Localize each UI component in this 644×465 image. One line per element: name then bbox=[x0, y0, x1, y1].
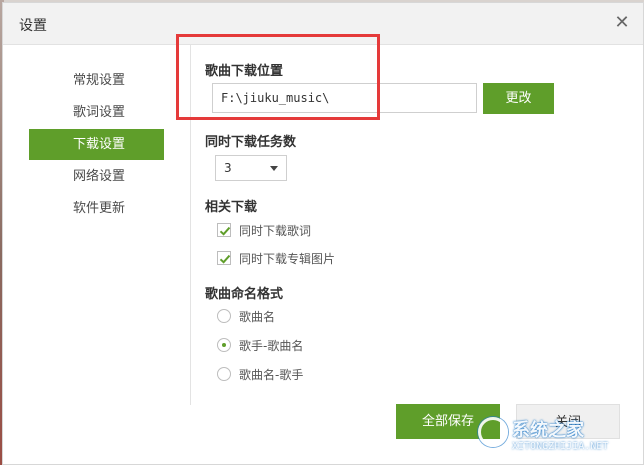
sidebar-item-label: 歌词设置 bbox=[73, 105, 126, 120]
sidebar-item-label: 下载设置 bbox=[73, 137, 126, 152]
radio-selected-icon bbox=[217, 338, 231, 352]
naming-option-song[interactable]: 歌曲名 bbox=[217, 307, 275, 325]
naming-option-song-artist[interactable]: 歌曲名-歌手 bbox=[217, 365, 303, 383]
naming-format-title: 歌曲命名格式 bbox=[205, 287, 284, 302]
concurrent-tasks-title: 同时下载任务数 bbox=[205, 135, 297, 150]
naming-option-label: 歌手-歌曲名 bbox=[239, 338, 304, 353]
checkmark-icon bbox=[219, 254, 231, 264]
naming-option-artist-song[interactable]: 歌手-歌曲名 bbox=[217, 336, 303, 354]
watermark-text: 系统之家 bbox=[512, 420, 584, 441]
sidebar-item-general[interactable]: 常规设置 bbox=[29, 65, 164, 96]
concurrent-tasks-value: 3 bbox=[224, 161, 232, 175]
sidebar-item-update[interactable]: 软件更新 bbox=[29, 193, 164, 224]
change-path-button[interactable]: 更改 bbox=[483, 83, 554, 114]
sidebar-item-label: 常规设置 bbox=[73, 73, 126, 88]
concurrent-tasks-select[interactable]: 3 bbox=[215, 155, 287, 181]
watermark: 系统之家 XITONGZHIJIA.NET bbox=[478, 410, 644, 465]
download-album-art-checkbox[interactable]: 同时下载专辑图片 bbox=[217, 249, 335, 267]
download-lyrics-label: 同时下载歌词 bbox=[239, 223, 312, 238]
watermark-subtext: XITONGZHIJIA.NET bbox=[512, 441, 609, 452]
naming-option-label: 歌曲名-歌手 bbox=[239, 367, 304, 382]
window-title: 设置 bbox=[19, 18, 47, 34]
radio-icon bbox=[217, 367, 231, 381]
naming-option-label: 歌曲名 bbox=[239, 309, 276, 324]
chevron-down-icon bbox=[270, 166, 278, 171]
highlight-box bbox=[176, 34, 380, 120]
checkbox-icon bbox=[217, 223, 231, 237]
sidebar: 常规设置 歌词设置 下载设置 网络设置 软件更新 bbox=[3, 45, 191, 405]
download-album-art-label: 同时下载专辑图片 bbox=[239, 251, 336, 266]
watermark-logo-icon bbox=[478, 417, 508, 447]
sidebar-item-label: 软件更新 bbox=[73, 201, 126, 216]
checkmark-icon bbox=[219, 226, 231, 236]
sidebar-item-lyrics[interactable]: 歌词设置 bbox=[29, 97, 164, 128]
checkbox-icon bbox=[217, 251, 231, 265]
download-lyrics-checkbox[interactable]: 同时下载歌词 bbox=[217, 221, 311, 239]
close-icon[interactable]: ✕ bbox=[613, 14, 631, 32]
related-downloads-title: 相关下载 bbox=[205, 200, 258, 215]
radio-icon bbox=[217, 309, 231, 323]
sidebar-item-network[interactable]: 网络设置 bbox=[29, 161, 164, 192]
sidebar-item-download[interactable]: 下载设置 bbox=[29, 129, 164, 160]
sidebar-item-label: 网络设置 bbox=[73, 169, 126, 184]
